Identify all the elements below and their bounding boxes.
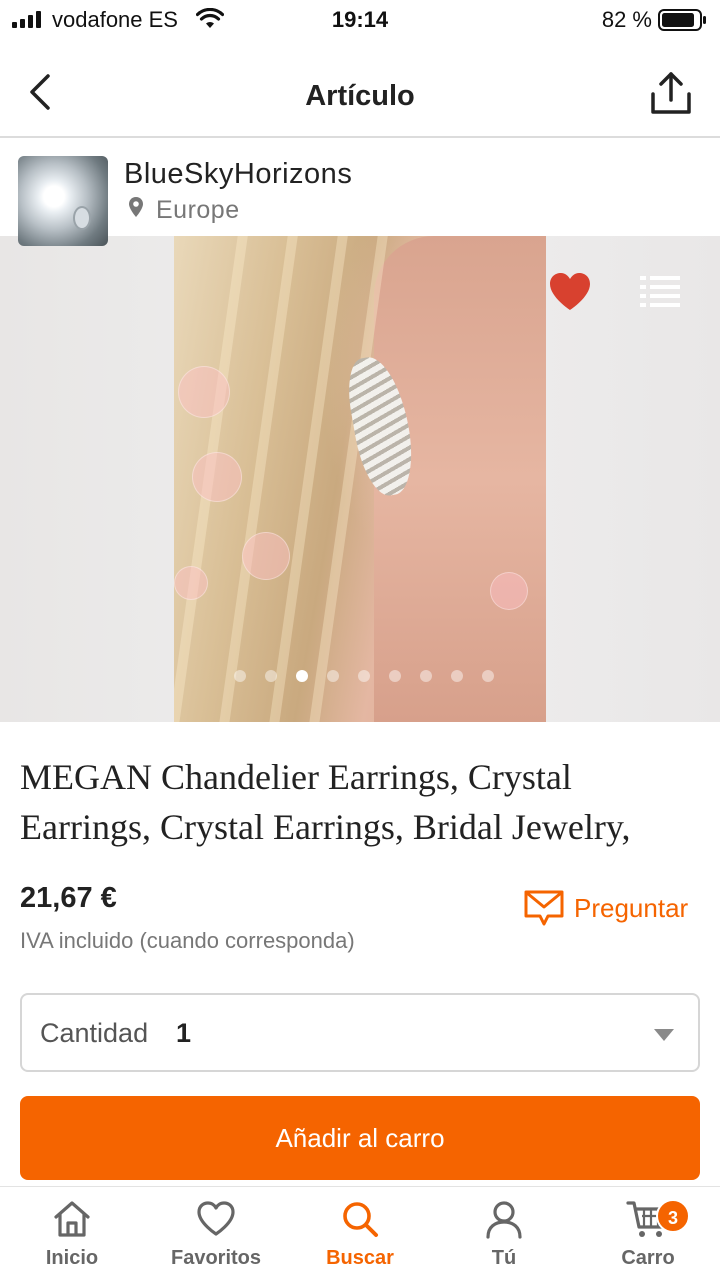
shop-header[interactable]: BlueSkyHorizons Europe: [0, 140, 720, 246]
cart-count-badge: 3: [656, 1199, 690, 1233]
gallery-dot[interactable]: [358, 670, 370, 682]
gallery-pagination: [234, 670, 494, 682]
carrier-name: vodafone ES: [52, 7, 178, 32]
gallery-dot[interactable]: [482, 670, 494, 682]
search-icon: [343, 1202, 378, 1237]
tab-tu[interactable]: Tú: [432, 1187, 576, 1280]
wifi-icon: [196, 8, 224, 28]
bokeh-light: [192, 452, 242, 502]
gallery-dot[interactable]: [265, 670, 277, 682]
battery-percentage: 82 %: [601, 7, 652, 32]
signal-icon: [12, 10, 41, 28]
chevron-down-icon: [654, 1029, 674, 1041]
product-photo[interactable]: [174, 236, 546, 722]
quantity-select[interactable]: Cantidad 1: [20, 993, 700, 1072]
tab-bar: Inicio Favoritos Buscar Tú 3 Carro: [0, 1186, 720, 1280]
bokeh-light: [490, 572, 528, 610]
gallery-dot[interactable]: [327, 670, 339, 682]
battery-icon: [658, 9, 706, 31]
product-title: MEGAN Chandelier Earrings, Crystal Earri…: [20, 757, 631, 847]
product-price: 21,67 €: [20, 882, 117, 914]
gallery-dot[interactable]: [296, 670, 308, 682]
shop-name[interactable]: BlueSkyHorizons: [124, 158, 352, 191]
gallery-dot[interactable]: [451, 670, 463, 682]
tab-label: Inicio: [45, 1247, 99, 1269]
product-image-gallery[interactable]: [0, 236, 720, 722]
home-icon: [54, 1201, 90, 1237]
quantity-value: 1: [176, 1018, 192, 1048]
quantity-label: Cantidad: [40, 1018, 149, 1048]
heart-icon[interactable]: [548, 272, 592, 312]
tab-label: Carro: [621, 1247, 675, 1269]
bokeh-light: [178, 366, 230, 418]
gallery-dot[interactable]: [389, 670, 401, 682]
tab-carro[interactable]: 3 Carro: [576, 1187, 720, 1280]
location-pin-icon: [129, 197, 143, 217]
mail-icon: [524, 890, 564, 926]
add-to-cart-button[interactable]: Añadir al carro: [20, 1096, 700, 1180]
nav-bar: Artículo: [0, 40, 720, 138]
tab-label: Favoritos: [170, 1247, 262, 1269]
back-icon[interactable]: [22, 72, 62, 112]
shop-avatar[interactable]: [18, 156, 108, 246]
ask-seller-label: Preguntar: [574, 892, 689, 923]
status-bar: vodafone ES 19:14 82 %: [0, 0, 720, 40]
page-title: Artículo: [305, 80, 415, 112]
share-icon[interactable]: [648, 70, 694, 116]
tab-inicio[interactable]: Inicio: [0, 1187, 144, 1280]
tab-buscar[interactable]: Buscar: [288, 1187, 432, 1280]
tab-label: Buscar: [326, 1247, 394, 1269]
gallery-dot[interactable]: [234, 670, 246, 682]
ask-seller-button[interactable]: Preguntar: [524, 888, 688, 928]
list-icon[interactable]: [640, 274, 680, 308]
tab-favoritos[interactable]: Favoritos: [144, 1187, 288, 1280]
bokeh-light: [174, 566, 208, 600]
shop-location: Europe: [156, 196, 240, 224]
heart-outline-icon: [197, 1201, 235, 1236]
vat-note: IVA incluido (cuando corresponda): [20, 928, 355, 953]
bokeh-light: [242, 532, 290, 580]
gallery-dot[interactable]: [420, 670, 432, 682]
tab-label: Tú: [491, 1247, 517, 1269]
user-icon: [486, 1201, 522, 1239]
